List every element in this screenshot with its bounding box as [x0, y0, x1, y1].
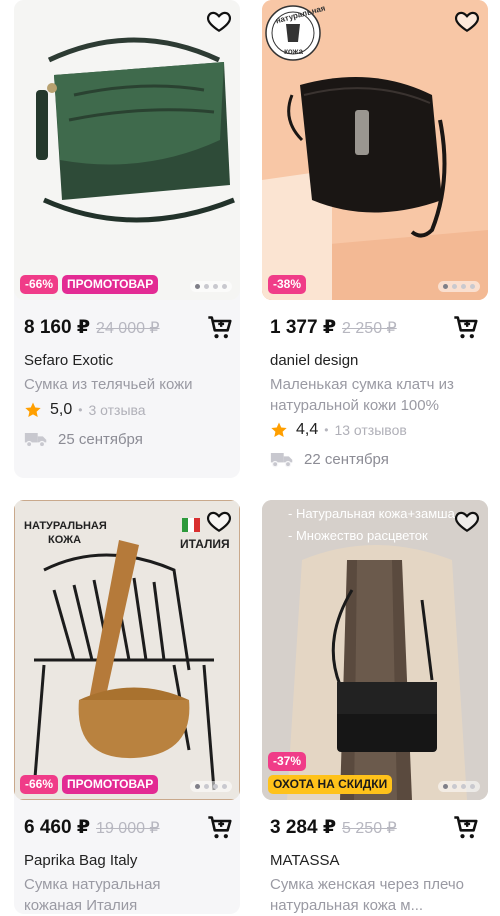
- add-to-cart-icon[interactable]: [452, 314, 480, 342]
- truck-icon: [270, 450, 294, 468]
- star-icon: [24, 401, 42, 419]
- image-pager[interactable]: [190, 781, 232, 792]
- product-image[interactable]: -66% ПРОМОТОВАР: [14, 0, 240, 300]
- rating-value: 4,4: [296, 421, 319, 438]
- product-card[interactable]: натуральная кожа -38% 1 377 ₽ 2 250 ₽ dan…: [262, 0, 488, 478]
- product-card[interactable]: - Натуральная кожа+замша - Множество рас…: [262, 500, 488, 914]
- old-price: 19 000 ₽: [96, 820, 160, 837]
- hunt-badge: ОХОТА НА СКИДКИ: [268, 775, 393, 794]
- review-count: 3 отзыва: [88, 402, 146, 418]
- product-description: Сумка женская через плечо натуральная ко…: [270, 876, 464, 914]
- green-bag-photo: [14, 0, 240, 300]
- image-text-line-2: - Множество расцветок: [288, 528, 428, 543]
- seal-text-bottom: кожа: [284, 47, 303, 56]
- rating-value: 5,0: [50, 401, 73, 418]
- discount-badge: -38%: [268, 275, 307, 294]
- image-text-line-1: - Натуральная кожа+замша: [288, 506, 455, 521]
- promo-badge: ПРОМОТОВАР: [62, 275, 159, 294]
- delivery-date: 25 сентября: [58, 430, 143, 448]
- star-icon: [270, 421, 288, 439]
- add-to-cart-icon[interactable]: [206, 814, 234, 842]
- review-count: 13 отзывов: [334, 422, 407, 438]
- black-bag-photo: [262, 0, 488, 300]
- discount-badge: -66%: [20, 275, 59, 294]
- add-to-cart-icon[interactable]: [206, 314, 234, 342]
- add-to-cart-icon[interactable]: [452, 814, 480, 842]
- discount-badge: -37%: [268, 752, 307, 771]
- rating: 4,4 • 13 отзывов: [270, 421, 407, 439]
- image-pager[interactable]: [438, 781, 480, 792]
- old-price: 2 250 ₽: [342, 320, 397, 337]
- product-description: Сумка натуральная кожаная Италия: [24, 876, 161, 914]
- old-price: 24 000 ₽: [96, 320, 160, 337]
- price: 6 460 ₽: [24, 817, 91, 838]
- delivery-date: 22 сентября: [304, 450, 389, 468]
- rating: 5,0 • 3 отзыва: [24, 401, 146, 419]
- price: 8 160 ₽: [24, 317, 91, 338]
- image-text-natural: НАТУРАЛЬНАЯ: [24, 520, 107, 532]
- favorite-heart-icon[interactable]: [454, 508, 480, 534]
- delivery: 25 сентября: [24, 430, 143, 448]
- price: 3 284 ₽: [270, 817, 337, 838]
- product-description: Маленькая сумка клатч из натуральной кож…: [270, 376, 454, 414]
- image-text-italy: ИТАЛИЯ: [180, 537, 230, 551]
- image-pager[interactable]: [190, 281, 232, 292]
- image-pager[interactable]: [438, 281, 480, 292]
- discount-badge: -66%: [20, 775, 59, 794]
- product-card[interactable]: НАТУРАЛЬНАЯ КОЖА ИТАЛИЯ -66% ПРОМОТОВАР …: [14, 500, 240, 914]
- image-text-leather: КОЖА: [48, 534, 82, 546]
- product-description: Сумка из телячьей кожи: [24, 376, 193, 393]
- product-card[interactable]: -66% ПРОМОТОВАР 8 160 ₽ 24 000 ₽ Sefaro E…: [14, 0, 240, 478]
- brand-name: Paprika Bag Italy: [24, 852, 138, 869]
- favorite-heart-icon[interactable]: [206, 8, 232, 34]
- brand-name: MATASSA: [270, 852, 340, 869]
- delivery: 22 сентября: [270, 450, 389, 468]
- favorite-heart-icon[interactable]: [454, 8, 480, 34]
- product-image[interactable]: натуральная кожа -38%: [262, 0, 488, 300]
- old-price: 5 250 ₽: [342, 820, 397, 837]
- product-image[interactable]: - Натуральная кожа+замша - Множество рас…: [262, 500, 488, 800]
- brand-name: daniel design: [270, 352, 359, 369]
- truck-icon: [24, 430, 48, 448]
- price: 1 377 ₽: [270, 317, 337, 338]
- product-image[interactable]: НАТУРАЛЬНАЯ КОЖА ИТАЛИЯ -66% ПРОМОТОВАР: [14, 500, 240, 800]
- promo-badge: ПРОМОТОВАР: [62, 775, 159, 794]
- favorite-heart-icon[interactable]: [206, 508, 232, 534]
- brand-name: Sefaro Exotic: [24, 352, 114, 369]
